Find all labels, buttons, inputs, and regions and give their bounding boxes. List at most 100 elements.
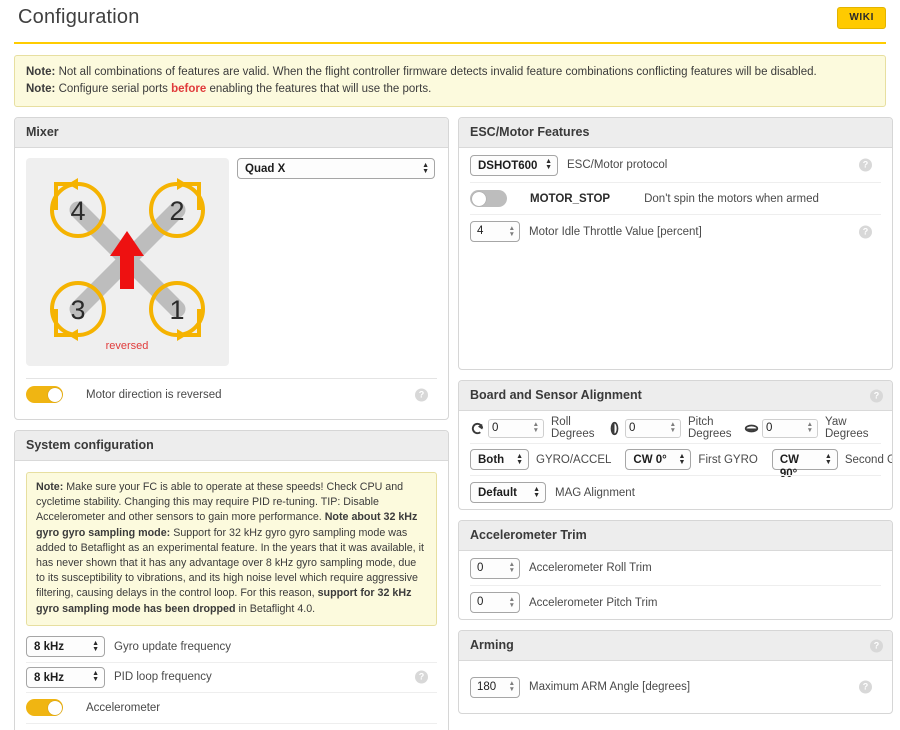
max-arm-angle-row: ▲▼ Maximum ARM Angle [degrees] ? [470, 661, 881, 713]
motor-direction-reversed-label: Motor direction is reversed [86, 388, 222, 401]
pid-loop-select-wrapper[interactable]: 8 kHz ▲ ▼ [26, 666, 105, 688]
accel-roll-trim-input-wrapper[interactable]: ▲▼ [470, 557, 520, 579]
mixer-select-wrapper[interactable]: Quad X ▲ ▼ [237, 158, 435, 179]
motor-idle-throttle-label: Motor Idle Throttle Value [percent] [529, 225, 702, 238]
second-gyro-select-wrapper[interactable]: CW 90° ▲ ▼ [771, 449, 838, 480]
note-text-2a: Configure serial ports [55, 82, 172, 95]
yaw-degrees-input[interactable] [762, 418, 818, 438]
mag-alignment-select-wrapper[interactable]: Default ▲ ▼ [470, 482, 546, 503]
motor-stop-toggle[interactable] [470, 190, 507, 207]
gyro-accel-group: Both ▲ ▼ GYRO/ACCEL [470, 449, 611, 470]
pitch-degrees-input[interactable] [625, 418, 681, 438]
maximum-arm-angle-input[interactable] [470, 676, 520, 698]
yaw-degrees-input-wrapper[interactable]: ▲▼ [762, 418, 818, 438]
maximum-arm-angle-label: Maximum ARM Angle [degrees] [529, 681, 691, 693]
mag-alignment-label: MAG Alignment [555, 486, 635, 499]
alignment-selects-row: Both ▲▼ GYRO/ACCEL CW 0° ▲▼ First GYRO [470, 443, 892, 480]
page-title: Configuration [18, 6, 140, 28]
accelerometer-roll-trim-label: Accelerometer Roll Trim [529, 562, 652, 574]
esc-protocol-row: DSHOT600 ▲ ▼ ESC/Motor protocol ? [470, 148, 881, 182]
motor-number-3: 3 [70, 295, 85, 325]
motor-direction-reversed-toggle[interactable] [26, 386, 63, 403]
wiki-button[interactable]: WIKI [837, 7, 886, 29]
board-sensor-alignment-header: Board and Sensor Alignment ? [459, 381, 892, 411]
mixer-select-area: Quad X ▲ ▼ [229, 158, 437, 366]
page-header: Configuration WIKI [0, 0, 900, 42]
pid-loop-frequency-row: 8 kHz ▲ ▼ PID loop frequency ? [26, 661, 437, 692]
left-column: Mixer 4 2 3 1 reversed Quad X ▲ ▼ Motor … [14, 117, 449, 730]
toggle-knob [47, 387, 62, 402]
accelerometer-row: Accelerometer [26, 691, 437, 723]
gyro-accel-select-wrapper[interactable]: Both ▲ ▼ [470, 449, 529, 470]
mixer-diagram: 4 2 3 1 reversed [26, 158, 229, 366]
help-icon[interactable]: ? [415, 670, 428, 684]
esc-motor-features-body: DSHOT600 ▲ ▼ ESC/Motor protocol ? MOTOR_S… [459, 148, 892, 248]
panels-layout: Mixer 4 2 3 1 reversed Quad X ▲ ▼ Motor … [0, 107, 900, 730]
motor-idle-throttle-input[interactable] [470, 221, 520, 242]
toggle-knob [47, 700, 62, 715]
max-arm-angle-input-wrapper[interactable]: ▲▼ [470, 676, 520, 698]
system-configuration-panel: System configuration Note: Make sure you… [14, 430, 449, 730]
quad-x-diagram-svg: 4 2 3 1 reversed [50, 178, 205, 352]
arming-header: Arming ? [459, 631, 892, 661]
mixer-type-select[interactable]: Quad X [237, 158, 435, 179]
help-icon[interactable]: ? [859, 158, 872, 172]
mixer-panel-body: 4 2 3 1 reversed Quad X ▲ ▼ [15, 148, 448, 366]
features-note-line-2: Note: Configure serial ports before enab… [26, 81, 874, 98]
accelerometer-pitch-trim-label: Accelerometer Pitch Trim [529, 596, 658, 609]
right-column: ESC/Motor Features DSHOT600 ▲ ▼ ESC/Motor… [458, 117, 893, 730]
yaw-icon [744, 424, 759, 432]
first-gyro-select-wrapper[interactable]: CW 0° ▲ ▼ [625, 449, 692, 470]
gyro-accel-select[interactable]: Both [470, 449, 529, 470]
esc-protocol-select-wrapper[interactable]: DSHOT600 ▲ ▼ [470, 154, 558, 176]
gyro-update-frequency-row: 8 kHz ▲ ▼ Gyro update frequency [26, 632, 437, 662]
gyro-update-frequency-select[interactable]: 8 kHz [26, 636, 105, 658]
pitch-degrees-input-wrapper[interactable]: ▲▼ [625, 418, 681, 438]
note-text-2b: enabling the features that will use the … [206, 82, 432, 95]
reversed-label: reversed [106, 340, 149, 352]
yaw-degrees-label: Yaw Degrees [825, 416, 869, 440]
esc-motor-features-title: ESC/Motor Features [470, 125, 590, 139]
yaw-degrees-cell: ▲▼ Yaw Degrees [744, 416, 881, 440]
motor-idle-throttle-input-wrapper[interactable]: ▲▼ [470, 221, 520, 242]
help-icon[interactable]: ? [870, 389, 883, 402]
mixer-options: Motor direction is reversed ? [15, 378, 448, 419]
help-icon[interactable]: ? [870, 639, 883, 652]
motor-stop-label: MOTOR_STOP [530, 192, 611, 205]
accelerometer-label: Accelerometer [86, 701, 161, 714]
title-divider [14, 42, 886, 44]
help-icon[interactable]: ? [859, 225, 872, 238]
note-text-1: Not all combinations of features are val… [55, 66, 817, 78]
mixer-bottom-pad [26, 410, 437, 419]
motor-idle-throttle-row: ▲▼ Motor Idle Throttle Value [percent] ? [470, 214, 881, 248]
esc-motor-protocol-select[interactable]: DSHOT600 [470, 154, 558, 176]
accelerometer-trim-title: Accelerometer Trim [470, 528, 587, 542]
accel-roll-trim-row: ▲▼ Accelerometer Roll Trim [470, 551, 881, 585]
sysnote-text-2b: in Betaflight 4.0. [235, 602, 316, 615]
roll-degrees-input-wrapper[interactable]: ▲▼ [488, 418, 544, 438]
accelerometer-toggle[interactable] [26, 699, 63, 717]
accelerometer-trim-body: ▲▼ Accelerometer Roll Trim ▲▼ Accelerome… [459, 551, 892, 619]
roll-degrees-input[interactable] [488, 418, 544, 438]
accelerometer-roll-trim-input[interactable] [470, 557, 520, 579]
second-gyro-group: CW 90° ▲▼ Second GY... [771, 449, 892, 480]
roll-degrees-cell: ▲▼ Roll Degrees [470, 416, 607, 440]
help-icon[interactable]: ? [859, 680, 872, 694]
accelerometer-trim-header: Accelerometer Trim [459, 521, 892, 551]
mag-alignment-select[interactable]: Default [470, 482, 546, 503]
accelerometer-pitch-trim-input[interactable] [470, 592, 520, 613]
pitch-degrees-cell: ▲▼ Pitch Degrees [607, 416, 744, 440]
gyro-update-select-wrapper[interactable]: 8 kHz ▲ ▼ [26, 636, 105, 658]
accelerometer-trim-panel: Accelerometer Trim ▲▼ Accelerometer Roll… [458, 520, 893, 620]
arming-panel: Arming ? ▲▼ Maximum ARM Angle [degrees] … [458, 630, 893, 714]
pid-loop-frequency-select[interactable]: 8 kHz [26, 666, 105, 688]
accel-pitch-trim-input-wrapper[interactable]: ▲▼ [470, 592, 520, 613]
first-gyro-select[interactable]: CW 0° [625, 449, 692, 470]
gyro-update-frequency-label: Gyro update frequency [114, 640, 231, 653]
barometer-row: Barometer (if supported) [26, 722, 437, 730]
motor-stop-row: MOTOR_STOP Don't spin the motors when ar… [470, 182, 881, 214]
help-icon[interactable]: ? [415, 388, 428, 401]
motor-direction-row: Motor direction is reversed ? [26, 379, 437, 410]
second-gyro-select[interactable]: CW 90° [771, 449, 838, 480]
sysnote-label-1: Note: [36, 481, 64, 493]
